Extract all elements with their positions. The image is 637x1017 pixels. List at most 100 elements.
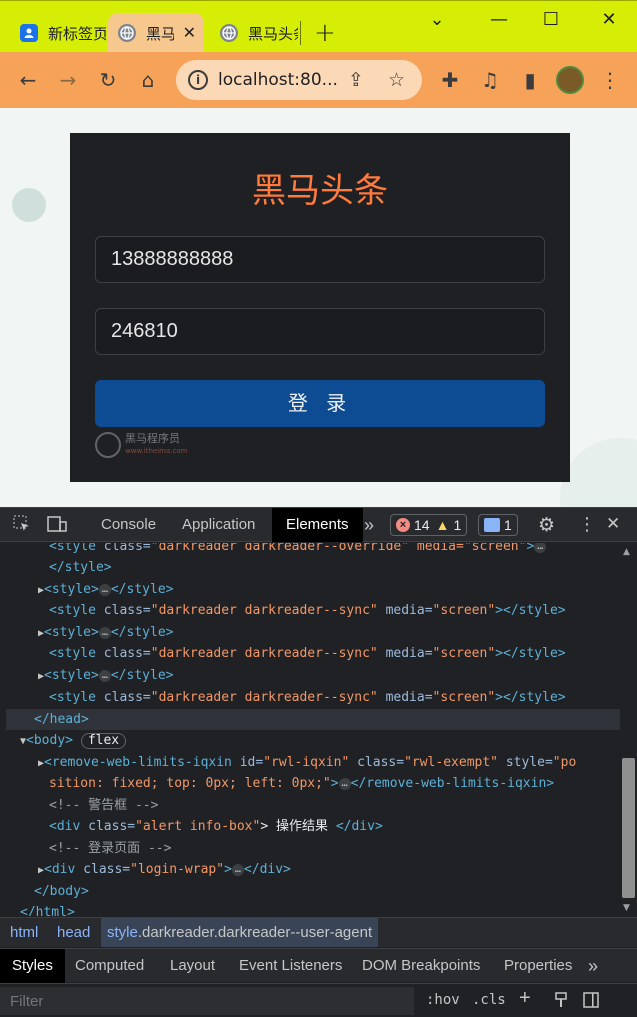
device-toolbar-icon[interactable] bbox=[46, 514, 68, 538]
tab-computed[interactable]: Computed bbox=[75, 949, 144, 983]
breadcrumb: html head style.darkreader.darkreader--u… bbox=[0, 917, 637, 947]
home-button[interactable]: ⌂ bbox=[136, 68, 160, 92]
reload-button[interactable]: ↻ bbox=[96, 68, 120, 92]
bookmark-star-icon[interactable]: ☆ bbox=[388, 69, 405, 91]
scrollbar-thumb[interactable] bbox=[622, 758, 635, 898]
scroll-down-arrow-icon[interactable]: ▼ bbox=[623, 903, 630, 913]
settings-gear-icon[interactable]: ⚙ bbox=[538, 514, 555, 536]
dom-node[interactable]: <style class="darkreader darkreader--syn… bbox=[49, 600, 566, 621]
dom-node[interactable]: ▶<remove-web-limits-iqxin id="rwl-iqxin"… bbox=[38, 752, 576, 773]
new-tab-button[interactable]: + bbox=[314, 20, 336, 46]
tab-title: 新标签页 bbox=[48, 24, 106, 43]
close-devtools-icon[interactable]: ✕ bbox=[606, 514, 620, 534]
tab-title: 黑马头条 bbox=[146, 24, 174, 43]
more-tabs-icon[interactable]: » bbox=[364, 508, 374, 542]
messages-counter[interactable]: 1 bbox=[478, 514, 518, 536]
dom-node[interactable]: <style class="darkreader darkreader--ove… bbox=[49, 543, 547, 557]
dom-node-body[interactable]: ▼<body> flex bbox=[20, 730, 127, 751]
browser-tab-third[interactable]: 黑马头条 bbox=[206, 13, 298, 53]
tab-properties[interactable]: Properties bbox=[504, 949, 572, 983]
hov-toggle[interactable]: :hov bbox=[426, 992, 460, 1008]
cls-toggle[interactable]: .cls bbox=[472, 992, 506, 1008]
browser-tabstrip: 新标签页 黑马头条 ✕ 黑马头条 + ⌄ — ☐ ✕ bbox=[0, 0, 637, 53]
share-icon[interactable]: ⇪ bbox=[348, 69, 364, 91]
window-close-button[interactable]: ✕ bbox=[594, 9, 624, 30]
verification-code-input[interactable]: 246810 bbox=[95, 308, 545, 355]
background-decoration bbox=[12, 188, 46, 222]
dom-node[interactable]: </style> bbox=[49, 557, 112, 578]
dom-node[interactable]: </html> bbox=[20, 902, 75, 916]
watermark-name: 黑马程序员 bbox=[125, 432, 180, 445]
side-panel-icon[interactable]: ▮ bbox=[518, 68, 542, 92]
dom-node[interactable]: <style class="darkreader darkreader--syn… bbox=[49, 687, 566, 708]
dom-node[interactable]: </body> bbox=[34, 881, 89, 902]
warning-icon: ▲ bbox=[435, 517, 450, 533]
tab-search-chevron-icon[interactable]: ⌄ bbox=[422, 9, 452, 30]
globe-icon bbox=[118, 24, 136, 42]
dom-node-continued: sition: fixed; top: 0px; left: 0px;">… </… bbox=[49, 776, 555, 791]
new-style-rule-icon[interactable]: + bbox=[519, 987, 531, 1010]
devtools-tab-console[interactable]: Console bbox=[101, 508, 156, 542]
url-text[interactable]: localhost:80... bbox=[218, 70, 338, 90]
dom-comment[interactable]: <!-- 警告框 --> bbox=[49, 795, 158, 816]
breadcrumb-selected[interactable]: style.darkreader.darkreader--user-agent bbox=[101, 918, 379, 947]
issues-counter[interactable]: × 14 ▲ 1 bbox=[390, 514, 468, 536]
devtools-menu-icon[interactable]: ⋮ bbox=[578, 514, 596, 535]
address-bar[interactable]: i localhost:80... ⇪ ☆ bbox=[176, 60, 422, 100]
dom-scrollbar[interactable]: ▲ ▼ bbox=[620, 543, 637, 916]
devtools-topbar: Console Application Elements » × 14 ▲ 1 … bbox=[0, 508, 637, 542]
site-info-icon[interactable]: i bbox=[188, 70, 208, 90]
tab-event-listeners[interactable]: Event Listeners bbox=[239, 949, 342, 983]
styles-filter-input[interactable] bbox=[0, 987, 414, 1015]
tab-title: 黑马头条 bbox=[248, 24, 298, 43]
dom-comment[interactable]: <!-- 登录页面 --> bbox=[49, 838, 171, 859]
extensions-puzzle-icon[interactable]: ✚ bbox=[438, 68, 462, 92]
dom-node[interactable]: <style class="darkreader darkreader--syn… bbox=[49, 643, 566, 664]
maximize-button[interactable]: ☐ bbox=[536, 9, 566, 30]
tab-layout[interactable]: Layout bbox=[170, 949, 215, 983]
dom-node-head-close[interactable]: </head> bbox=[6, 709, 620, 730]
error-count: 14 bbox=[414, 517, 430, 533]
flex-badge[interactable]: flex bbox=[80, 733, 127, 749]
mobile-input[interactable]: 13888888888 bbox=[95, 236, 545, 283]
scroll-up-arrow-icon[interactable]: ▲ bbox=[623, 547, 630, 557]
login-button[interactable]: 登 录 bbox=[95, 380, 545, 427]
itheima-logo-icon bbox=[95, 432, 121, 458]
forward-button[interactable]: → bbox=[56, 68, 80, 92]
profile-avatar[interactable] bbox=[556, 66, 584, 94]
dom-node[interactable]: ▶<style>… </style> bbox=[38, 665, 173, 686]
tab-styles[interactable]: Styles bbox=[0, 949, 65, 983]
breadcrumb-head[interactable]: head bbox=[57, 918, 90, 947]
devtools-tab-application[interactable]: Application bbox=[182, 508, 255, 542]
breadcrumb-html[interactable]: html bbox=[10, 918, 38, 947]
dom-node[interactable]: ▶<div class="login-wrap">… </div> bbox=[38, 859, 291, 880]
tab-dom-breakpoints[interactable]: DOM Breakpoints bbox=[362, 949, 480, 983]
dom-node[interactable]: ▶<style>… </style> bbox=[38, 622, 173, 643]
browser-toolbar: ← → ↻ ⌂ i localhost:80... ⇪ ☆ ✚ ♫ ▮ ⋮ bbox=[0, 52, 637, 108]
close-tab-icon[interactable]: ✕ bbox=[183, 23, 196, 42]
tab-separator bbox=[300, 21, 301, 45]
toggle-sidebar-icon[interactable] bbox=[583, 992, 599, 1011]
message-count: 1 bbox=[504, 517, 512, 533]
globe-icon bbox=[220, 24, 238, 42]
minimize-button[interactable]: — bbox=[484, 9, 514, 30]
media-control-icon[interactable]: ♫ bbox=[478, 68, 502, 92]
dom-node[interactable]: <div class="alert info-box"> 操作结果 </div> bbox=[49, 816, 383, 837]
devtools-tab-elements[interactable]: Elements bbox=[272, 508, 363, 542]
more-tabs-icon[interactable]: » bbox=[588, 949, 598, 983]
message-icon bbox=[484, 518, 500, 532]
styles-tabbar: Styles Computed Layout Event Listeners D… bbox=[0, 948, 637, 983]
styles-filter-bar: :hov .cls + bbox=[0, 983, 637, 1017]
login-title: 黑马头条 bbox=[252, 171, 388, 211]
background-decoration bbox=[560, 438, 637, 507]
paint-brush-icon[interactable] bbox=[553, 992, 569, 1011]
browser-tab-new-tab[interactable]: 新标签页 bbox=[6, 13, 106, 53]
login-card: 黑马头条 13888888888 246810 登 录 黑马程序员 www.it… bbox=[70, 133, 570, 482]
dom-node[interactable]: ▶<style>… </style> bbox=[38, 579, 173, 600]
devtools-panel: Console Application Elements » × 14 ▲ 1 … bbox=[0, 507, 637, 1017]
inspect-element-icon[interactable] bbox=[12, 514, 32, 538]
back-button[interactable]: ← bbox=[16, 68, 40, 92]
browser-tab-active[interactable]: 黑马头条 ✕ bbox=[108, 13, 204, 53]
chrome-menu-icon[interactable]: ⋮ bbox=[598, 68, 622, 92]
itheima-watermark: 黑马程序员 www.itheima.com bbox=[95, 431, 195, 459]
